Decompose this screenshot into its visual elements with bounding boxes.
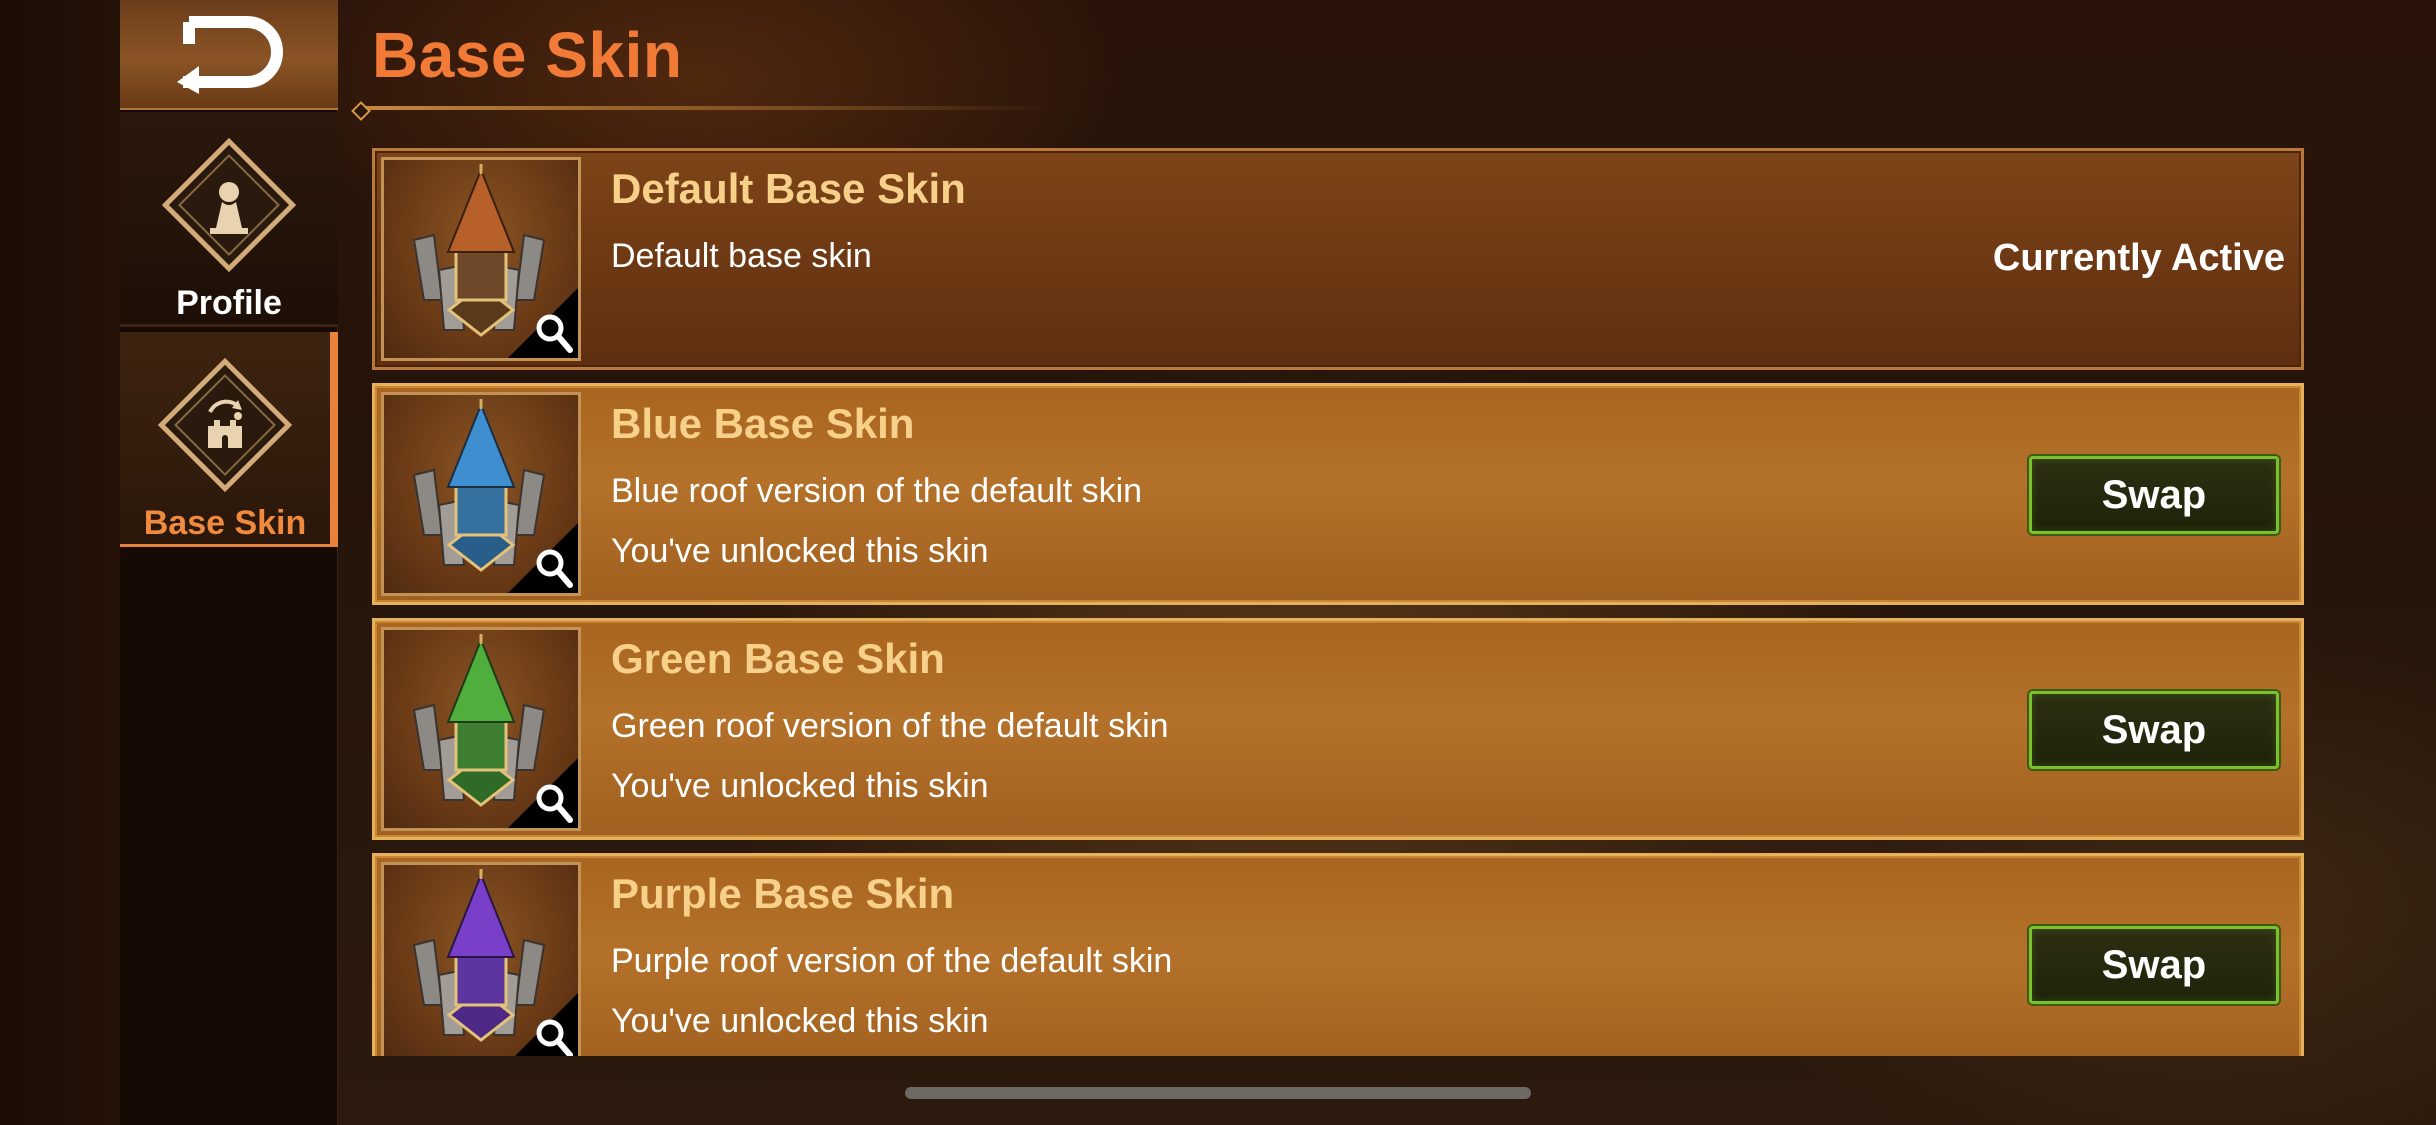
- skin-status: You've unlocked this skin: [611, 1002, 989, 1040]
- back-button[interactable]: [120, 0, 338, 110]
- currently-active-label: Currently Active: [1992, 237, 2285, 279]
- left-margin: [0, 0, 120, 1125]
- skin-list[interactable]: Default Base Skin Default base skin Curr…: [372, 148, 2304, 1056]
- sidebar-item-profile[interactable]: Profile: [120, 112, 338, 327]
- skin-name: Default Base Skin: [611, 165, 966, 212]
- skin-name: Green Base Skin: [611, 635, 945, 682]
- sidebar: Profile Base Skin: [120, 0, 338, 1125]
- sidebar-item-base-skin[interactable]: Base Skin: [120, 332, 338, 547]
- skin-name: Purple Base Skin: [611, 870, 955, 917]
- sidebar-item-label: Base Skin: [143, 504, 307, 542]
- skin-card-blue: Blue Base Skin Blue roof version of the …: [372, 383, 2304, 605]
- back-arrow-icon: [177, 16, 283, 94]
- skin-card-green: Green Base Skin Green roof version of th…: [372, 618, 2304, 840]
- skin-card-purple: Purple Base Skin Purple roof version of …: [372, 853, 2304, 1056]
- magnifier-icon: [515, 993, 578, 1056]
- title-divider: [356, 106, 1056, 110]
- home-indicator[interactable]: [905, 1087, 1531, 1099]
- skin-preview-thumbnail[interactable]: [381, 627, 581, 831]
- skin-description: Green roof version of the default skin: [611, 707, 1169, 745]
- sidebar-item-label: Profile: [176, 284, 282, 322]
- magnifier-icon: [508, 288, 578, 358]
- magnifier-icon: [508, 758, 578, 828]
- skin-card-default: Default Base Skin Default base skin Curr…: [372, 148, 2304, 370]
- swap-button[interactable]: Swap: [2029, 691, 2279, 769]
- skin-name: Blue Base Skin: [611, 400, 915, 447]
- skin-status: You've unlocked this skin: [611, 532, 989, 570]
- skin-preview-thumbnail[interactable]: [381, 157, 581, 361]
- page-title: Base Skin: [372, 19, 683, 91]
- skin-description: Default base skin: [611, 237, 872, 275]
- profile-pawn-icon: [161, 137, 297, 273]
- skin-description: Purple roof version of the default skin: [611, 942, 1173, 980]
- skin-description: Blue roof version of the default skin: [611, 472, 1143, 510]
- skin-preview-thumbnail[interactable]: [381, 392, 581, 596]
- castle-swap-icon: [157, 357, 293, 493]
- skin-status: You've unlocked this skin: [611, 767, 989, 805]
- swap-button[interactable]: Swap: [2029, 456, 2279, 534]
- skin-preview-thumbnail[interactable]: [381, 862, 581, 1056]
- magnifier-icon: [508, 523, 578, 593]
- swap-button[interactable]: Swap: [2029, 926, 2279, 1004]
